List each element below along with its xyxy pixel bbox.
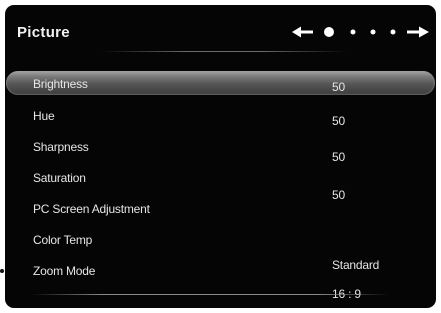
page-dot[interactable] — [350, 29, 356, 35]
menu-item-hue-label[interactable]: Hue — [33, 109, 55, 123]
picture-menu-panel: Picture Brightness 50 Hue 50 Sharpness 5… — [5, 5, 436, 308]
menu-item-saturation-value: 50 — [332, 188, 345, 202]
bottom-divider — [31, 294, 389, 295]
arrow-right-icon[interactable] — [407, 26, 429, 38]
menu-item-brightness-label[interactable]: Brightness — [33, 77, 88, 91]
menu-item-zoom-mode-label[interactable]: Zoom Mode — [33, 264, 95, 278]
page-navigation — [292, 23, 430, 43]
menu-item-color-temp-label[interactable]: Color Temp — [33, 233, 92, 247]
menu-title: Picture — [17, 24, 70, 41]
page-dot[interactable] — [390, 29, 396, 35]
menu-item-brightness-value: 50 — [332, 80, 345, 94]
arrow-left-icon[interactable] — [292, 26, 313, 38]
tv-osd-screen: Picture Brightness 50 Hue 50 Sharpness 5… — [0, 0, 441, 313]
menu-item-saturation-label[interactable]: Saturation — [33, 171, 86, 185]
menu-item-sharpness-label[interactable]: Sharpness — [33, 140, 89, 154]
menu-item-hue-value: 50 — [332, 114, 345, 128]
page-dot[interactable] — [370, 29, 376, 35]
side-marker-dot — [0, 269, 4, 273]
title-divider — [101, 51, 347, 52]
menu-item-pc-screen-adjustment-label[interactable]: PC Screen Adjustment — [33, 202, 150, 216]
page-dot-current[interactable] — [324, 27, 334, 37]
menu-item-sharpness-value: 50 — [332, 150, 345, 164]
menu-item-color-temp-value: Standard — [332, 258, 380, 272]
